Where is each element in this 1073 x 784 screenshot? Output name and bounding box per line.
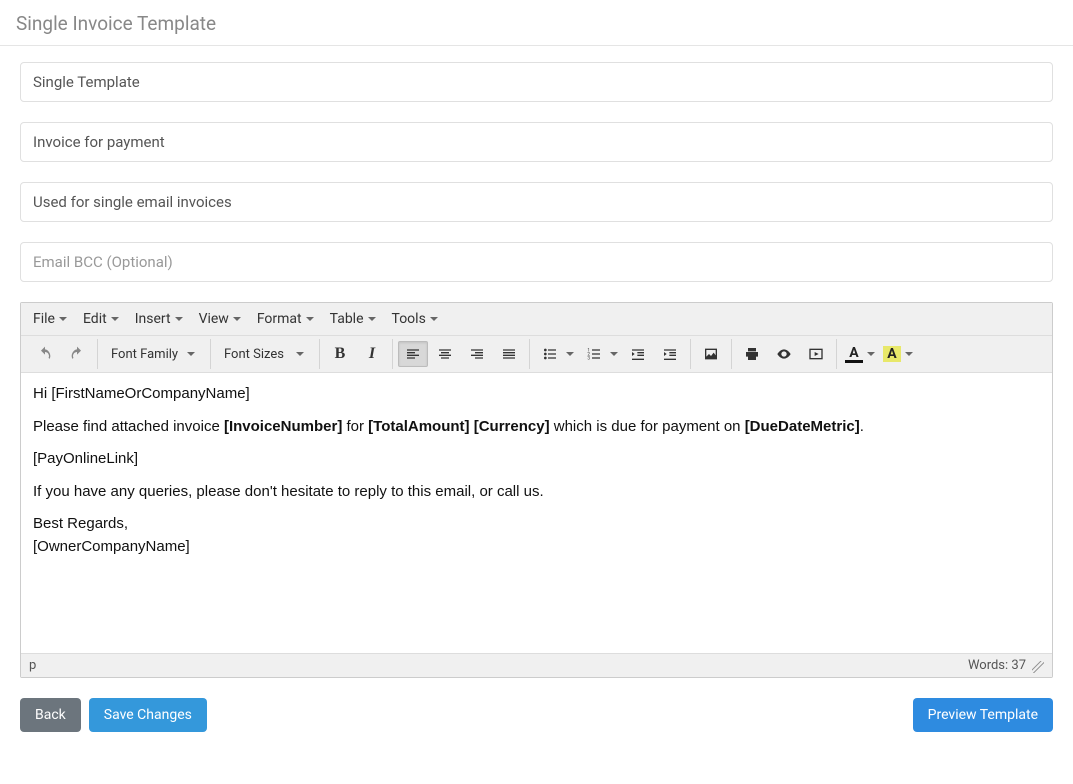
caret-down-icon: [566, 352, 574, 356]
align-right-icon: [469, 346, 485, 362]
caret-down-icon: [59, 317, 67, 321]
editor-toolbar: Font Family Font Sizes B I: [21, 336, 1052, 373]
text-color-more[interactable]: [865, 341, 879, 367]
body-text: which is due for payment on: [550, 418, 745, 435]
editor-statusbar: p Words: 37: [21, 653, 1052, 677]
element-path[interactable]: p: [29, 658, 36, 673]
save-button[interactable]: Save Changes: [89, 698, 207, 732]
merge-token: [PayOnlineLink]: [33, 450, 138, 467]
body-text: Please find attached invoice: [33, 418, 224, 435]
undo-icon: [37, 346, 53, 362]
merge-token: [Currency]: [474, 418, 550, 435]
indent-button[interactable]: [655, 341, 685, 367]
preview-button[interactable]: [769, 341, 799, 367]
caret-down-icon: [368, 317, 376, 321]
caret-down-icon: [296, 352, 304, 356]
page-title: Single Invoice Template: [0, 0, 1073, 45]
caret-down-icon: [175, 317, 183, 321]
align-right-button[interactable]: [462, 341, 492, 367]
print-button[interactable]: [737, 341, 767, 367]
italic-button[interactable]: I: [357, 341, 387, 367]
caret-down-icon: [187, 352, 195, 356]
menu-insert[interactable]: Insert: [129, 307, 189, 331]
action-bar: Back Save Changes Preview Template: [8, 698, 1065, 748]
caret-down-icon: [111, 317, 119, 321]
indent-icon: [662, 346, 678, 362]
font-size-select[interactable]: Font Sizes: [215, 341, 315, 367]
text-color-button[interactable]: A: [842, 341, 866, 367]
bullet-list-more[interactable]: [564, 341, 578, 367]
align-left-icon: [405, 346, 421, 362]
insert-image-button[interactable]: [696, 341, 726, 367]
image-icon: [703, 346, 719, 362]
caret-down-icon: [610, 352, 618, 356]
merge-token: [TotalAmount]: [368, 418, 469, 435]
template-name-input[interactable]: [20, 62, 1053, 102]
merge-token: [FirstNameOrCompanyName]: [51, 385, 249, 402]
redo-button[interactable]: [62, 341, 92, 367]
menu-table[interactable]: Table: [324, 307, 382, 331]
text-color-icon: A: [845, 346, 863, 363]
rich-text-editor: File Edit Insert View Format Table Tools…: [20, 302, 1053, 678]
menu-view[interactable]: View: [193, 307, 247, 331]
align-center-button[interactable]: [430, 341, 460, 367]
editor-content[interactable]: Hi [FirstNameOrCompanyName] Please find …: [21, 373, 1052, 653]
redo-icon: [69, 346, 85, 362]
bold-button[interactable]: B: [325, 341, 355, 367]
caret-down-icon: [867, 352, 875, 356]
media-icon: [808, 346, 824, 362]
word-count: Words: 37: [968, 658, 1026, 673]
align-left-button[interactable]: [398, 341, 428, 367]
description-input[interactable]: [20, 182, 1053, 222]
outdent-icon: [630, 346, 646, 362]
menu-format[interactable]: Format: [251, 307, 320, 331]
menu-edit[interactable]: Edit: [77, 307, 125, 331]
align-center-icon: [437, 346, 453, 362]
bg-color-icon: A: [883, 346, 901, 362]
body-text: If you have any queries, please don't he…: [33, 483, 544, 500]
numbered-list-icon: 123: [586, 346, 602, 362]
font-family-select[interactable]: Font Family: [102, 341, 206, 367]
caret-down-icon: [233, 317, 241, 321]
numbered-list-button[interactable]: 123: [579, 341, 609, 367]
bullet-list-icon: [542, 346, 558, 362]
editor-menubar: File Edit Insert View Format Table Tools: [21, 303, 1052, 336]
print-icon: [744, 346, 760, 362]
bg-color-button[interactable]: A: [880, 341, 904, 367]
eye-icon: [776, 346, 792, 362]
body-text: Hi: [33, 385, 51, 402]
svg-text:3: 3: [587, 355, 590, 361]
merge-token: [OwnerCompanyName]: [33, 538, 190, 555]
merge-token: [DueDateMetric]: [745, 418, 860, 435]
align-justify-icon: [501, 346, 517, 362]
align-justify-button[interactable]: [494, 341, 524, 367]
italic-icon: I: [369, 345, 375, 363]
resize-grip[interactable]: [1032, 661, 1044, 673]
numbered-list-more[interactable]: [608, 341, 622, 367]
menu-tools[interactable]: Tools: [386, 307, 444, 331]
bcc-input[interactable]: [20, 242, 1053, 282]
media-button[interactable]: [801, 341, 831, 367]
bold-icon: B: [335, 345, 346, 363]
outdent-button[interactable]: [623, 341, 653, 367]
caret-down-icon: [430, 317, 438, 321]
menu-file[interactable]: File: [27, 307, 73, 331]
subject-input[interactable]: [20, 122, 1053, 162]
merge-token: [InvoiceNumber]: [224, 418, 342, 435]
back-button[interactable]: Back: [20, 698, 81, 732]
body-text: for: [342, 418, 368, 435]
bullet-list-button[interactable]: [535, 341, 565, 367]
preview-template-button[interactable]: Preview Template: [913, 698, 1053, 732]
form-container: File Edit Insert View Format Table Tools…: [0, 45, 1073, 748]
caret-down-icon: [306, 317, 314, 321]
body-text: .: [860, 418, 864, 435]
body-text: Best Regards,: [33, 515, 128, 532]
undo-button[interactable]: [30, 341, 60, 367]
caret-down-icon: [905, 352, 913, 356]
bg-color-more[interactable]: [903, 341, 917, 367]
